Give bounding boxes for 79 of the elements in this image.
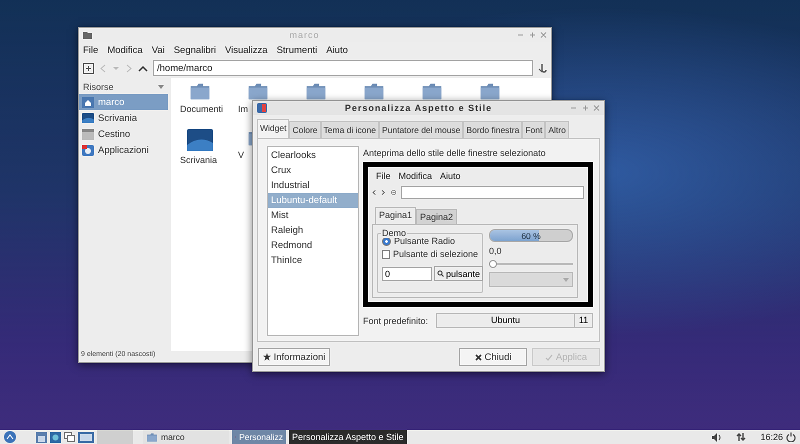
spin-field[interactable]: 0 — [382, 266, 432, 280]
new-tab-icon[interactable] — [83, 62, 94, 74]
up-icon[interactable] — [138, 64, 148, 72]
theme-item[interactable]: Mist — [268, 208, 358, 223]
file-label[interactable]: V — [229, 150, 244, 160]
theme-item[interactable]: Crux — [268, 163, 358, 178]
theme-item[interactable]: Clearlooks — [268, 148, 358, 163]
taskbar-task[interactable]: Personalizz — [232, 430, 286, 444]
theme-item[interactable]: Redmond — [268, 238, 358, 253]
close-button[interactable]: Chiudi — [459, 348, 527, 366]
checkbox[interactable]: Pulsante di selezione — [382, 249, 478, 259]
trash-icon — [82, 128, 94, 140]
file-label[interactable]: Documenti — [171, 104, 224, 114]
home-folder-icon — [82, 96, 94, 108]
window-title: Personalizza Aspetto e Stile — [344, 103, 494, 113]
checkmark-icon — [544, 354, 553, 360]
go-icon[interactable] — [538, 62, 547, 74]
start-menu-icon[interactable] — [4, 431, 16, 443]
info-button[interactable]: Informazioni — [258, 348, 330, 366]
window-controls-icon — [517, 31, 547, 39]
tooltip: Personalizza Aspetto e Stile — [289, 430, 407, 444]
theme-item[interactable]: Raleigh — [268, 223, 358, 238]
menu-item[interactable]: Strumenti — [276, 44, 318, 56]
network-icon[interactable] — [736, 432, 746, 442]
menu-item[interactable]: File — [376, 171, 391, 181]
volume-icon[interactable] — [712, 432, 722, 442]
menu-item[interactable]: Segnalibri — [174, 44, 216, 56]
browser-launcher-icon[interactable] — [50, 432, 61, 442]
sidebar-item[interactable]: Scrivania — [79, 110, 168, 126]
radio-button[interactable]: Pulsante Radio — [382, 236, 478, 246]
tab[interactable]: Font — [522, 121, 546, 138]
menu-item[interactable]: Aiuto — [326, 44, 348, 56]
window-title: marco — [288, 30, 320, 40]
tab[interactable]: Pagina1 — [375, 207, 416, 224]
clock: 16:26 — [760, 432, 783, 442]
sidebar-item[interactable]: Applicazioni — [79, 142, 168, 158]
progress-bar: 60 % — [489, 229, 573, 242]
tab[interactable]: Puntatore del mouse — [378, 121, 464, 138]
window-controls-icon — [570, 104, 600, 112]
menu-item[interactable]: Visualizza — [224, 44, 268, 56]
file-label[interactable]: Scrivania — [171, 155, 218, 166]
tab[interactable]: Widget — [257, 119, 290, 138]
theme-item[interactable]: Industrial — [268, 178, 358, 193]
menu-item[interactable]: File — [83, 44, 98, 56]
menu-item[interactable]: Modifica — [398, 171, 432, 181]
dropdown-arrow-icon — [563, 278, 569, 282]
text-field[interactable] — [401, 186, 584, 198]
menu-item[interactable]: Modifica — [107, 44, 143, 56]
font-label: Font predefinito: — [363, 316, 428, 326]
search-button[interactable]: pulsante — [434, 266, 484, 281]
group-title: Demo — [381, 228, 408, 238]
sidebar-header: Risorse — [83, 82, 114, 92]
search-icon — [437, 270, 444, 277]
desktop-icon — [187, 129, 213, 152]
close-icon — [474, 354, 482, 360]
preview-caption: Anteprima dello stile delle finestre selezionato — [363, 148, 547, 158]
slider[interactable] — [489, 260, 573, 268]
windows-icon[interactable] — [64, 432, 75, 442]
tab[interactable]: Bordo finestra — [463, 121, 522, 138]
menu-item[interactable]: Vai — [152, 44, 165, 56]
theme-item[interactable]: ThinIce — [268, 253, 358, 268]
tab[interactable]: Pagina2 — [416, 209, 458, 224]
taskbar-task[interactable]: marco — [143, 430, 229, 444]
tab[interactable]: Altro — [545, 121, 569, 138]
font-picker-button[interactable]: Ubuntu 11 — [436, 313, 593, 328]
desktop-icon — [82, 112, 94, 124]
menu-item[interactable]: Aiuto — [440, 171, 461, 181]
tab[interactable]: Tema di icone — [320, 121, 379, 138]
file-label[interactable]: Im — [229, 104, 248, 114]
path-field[interactable]: /home/marco — [153, 60, 533, 76]
slider-value: 0,0 — [489, 246, 503, 256]
tab[interactable]: Colore — [289, 121, 321, 138]
star-icon — [262, 353, 271, 361]
sidebar-item[interactable]: Cestino — [79, 126, 168, 142]
desktop-switch-icon[interactable] — [78, 432, 94, 442]
file-manager-launcher-icon[interactable] — [36, 432, 47, 442]
dropdown-icon[interactable] — [158, 85, 164, 89]
applications-icon — [82, 144, 94, 156]
power-icon[interactable] — [786, 432, 796, 442]
